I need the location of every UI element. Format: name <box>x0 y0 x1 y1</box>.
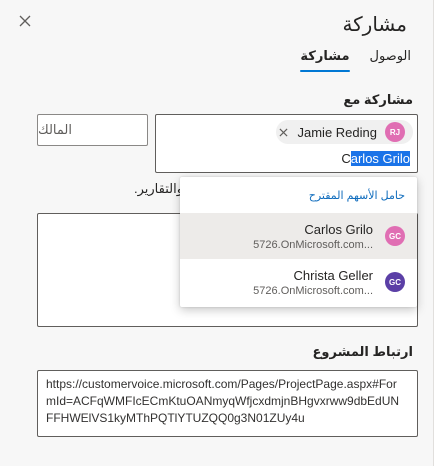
chip-name: Jamie Reding <box>297 124 378 140</box>
share-with-label: مشاركة مع <box>343 92 413 107</box>
link-line: https://customervoice.microsoft.com/Page… <box>46 377 397 391</box>
link-line: mId=ACFqWMFIcECmKtuOANmyqWfjcxdmjnBHgvxr… <box>46 394 400 408</box>
panel-title: مشاركة <box>342 14 407 36</box>
avatar: GC <box>385 226 405 246</box>
typed-query[interactable]: Carlos Grilo <box>341 151 410 166</box>
close-button[interactable] <box>14 10 36 32</box>
suggestion-email: 5726.OnMicrosoft.com... <box>253 285 373 297</box>
suggestion-name: Carlos Grilo <box>304 222 373 237</box>
remove-chip-button[interactable] <box>278 124 288 140</box>
avatar: RJ <box>385 122 405 142</box>
link-line: FFHWElVS1kyMThPQTlYTUZQQ0g3N01ZUy4u <box>46 411 305 425</box>
project-link-field[interactable]: https://customervoice.microsoft.com/Page… <box>37 370 418 437</box>
role-dropdown[interactable]: المالك <box>37 114 148 146</box>
share-panel: مشاركة مشاركة الوصول مشاركة مع RJ Jamie … <box>0 0 434 466</box>
person-chip: RJ Jamie Reding <box>275 120 413 144</box>
typed-selection: arlos Grilo <box>350 151 410 166</box>
suggestions-header: حامل الأسهم المقترح <box>308 189 405 202</box>
typed-prefix: C <box>341 151 351 166</box>
suggestion-item[interactable]: GC Christa Geller 5726.OnMicrosoft.com..… <box>180 259 417 305</box>
hint-text: والتقارير. <box>134 181 183 196</box>
people-picker-input[interactable]: RJ Jamie Reding Carlos Grilo <box>155 114 418 173</box>
suggestion-name: Christa Geller <box>293 268 373 283</box>
tab-bar: مشاركة الوصول <box>300 48 411 72</box>
suggestion-email: 5726.OnMicrosoft.com... <box>253 239 373 251</box>
suggestions-dropdown: حامل الأسهم المقترح GC Carlos Grilo 5726… <box>180 177 417 307</box>
tab-access[interactable]: الوصول <box>370 48 412 72</box>
project-link-label: ارتباط المشروع <box>312 344 413 359</box>
close-icon[interactable] <box>19 15 31 27</box>
suggestion-item[interactable]: GC Carlos Grilo 5726.OnMicrosoft.com... <box>180 213 417 259</box>
tab-share[interactable]: مشاركة <box>300 48 350 72</box>
close-icon[interactable] <box>278 128 288 137</box>
avatar: GC <box>385 272 405 292</box>
